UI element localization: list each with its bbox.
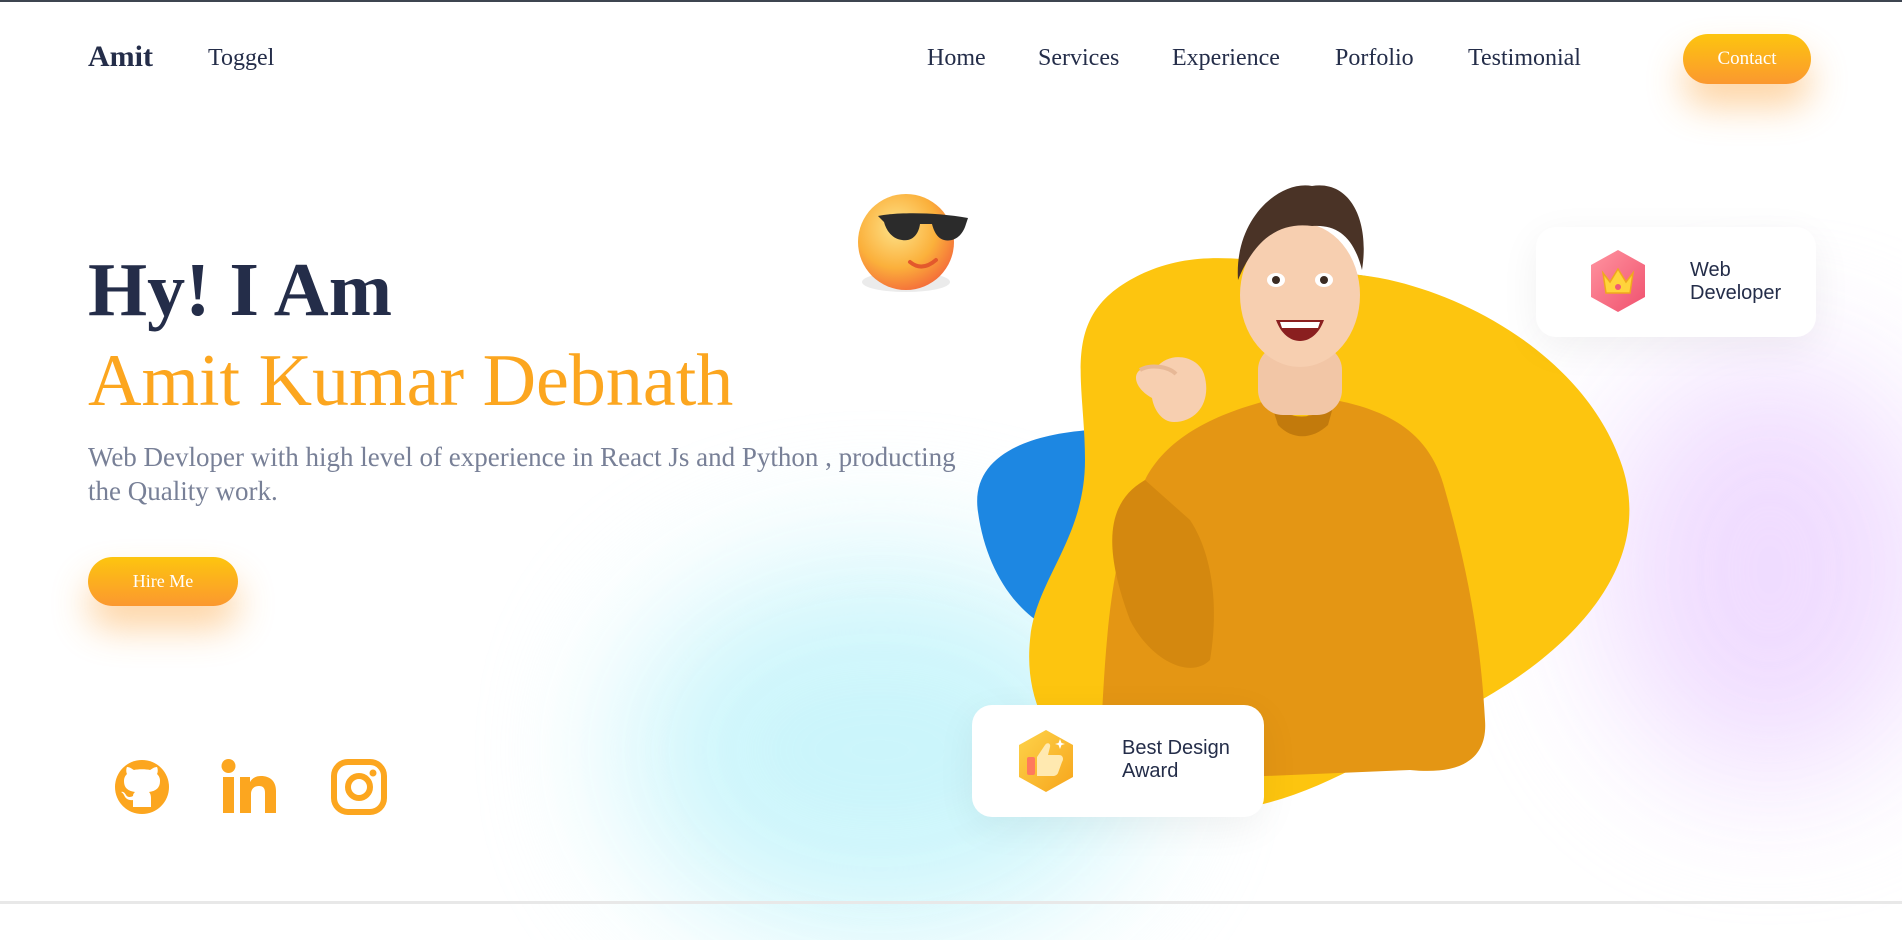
best-design-award-card: Best Design Award [972, 705, 1264, 817]
github-icon[interactable] [112, 757, 172, 817]
site-logo[interactable]: Amit [88, 40, 153, 74]
nav-experience[interactable]: Experience [1172, 45, 1280, 72]
nav-home[interactable]: Home [927, 45, 986, 72]
card-label-line2: Developer [1690, 282, 1782, 304]
thumbs-up-icon [1019, 730, 1073, 792]
nav-testimonial[interactable]: Testimonial [1468, 45, 1581, 72]
web-developer-card: Web Developer [1536, 227, 1816, 337]
instagram-icon[interactable] [329, 757, 389, 817]
hero-description: Web Devloper with high level of experien… [88, 442, 956, 506]
hire-me-button[interactable]: Hire Me [88, 557, 238, 606]
hero-name: Amit Kumar Debnath [88, 340, 734, 422]
theme-toggle[interactable]: Toggel [208, 45, 274, 72]
window-top-border [0, 0, 1902, 2]
linkedin-icon[interactable] [220, 757, 280, 817]
contact-button[interactable]: Contact [1683, 34, 1811, 84]
nav-portfolio[interactable]: Porfolio [1335, 45, 1414, 72]
crown-icon [1591, 250, 1645, 312]
card-label-line1: Web [1690, 259, 1731, 281]
hero-greeting: Hy! I Am [88, 248, 392, 332]
nav-services[interactable]: Services [1038, 45, 1119, 72]
card-label-line1: Best Design [1122, 737, 1230, 759]
card-label-line2: Award [1122, 760, 1179, 782]
